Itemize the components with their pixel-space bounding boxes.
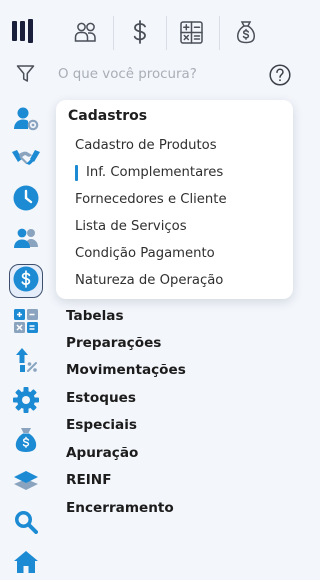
help-icon[interactable]	[269, 64, 291, 90]
sidebar-item-layers[interactable]	[8, 467, 44, 499]
sidebar-item-partners[interactable]	[8, 144, 44, 176]
submenu-item-inf-complementares[interactable]: Inf. Complementares	[86, 165, 223, 180]
menu-item-preparacoes[interactable]: Preparações	[66, 335, 161, 351]
submenu-item-natureza-operacao[interactable]: Natureza de Operação	[75, 273, 223, 288]
submenu-item-condicao-pagamento[interactable]: Condição Pagamento	[75, 246, 215, 261]
sidebar-item-cadastros[interactable]	[8, 104, 44, 136]
submenu-title: Cadastros	[68, 108, 148, 124]
home-icon	[13, 550, 39, 578]
app-logo[interactable]	[12, 19, 40, 47]
sidebar-item-history[interactable]	[8, 184, 44, 216]
menu-item-reinf[interactable]: REINF	[66, 472, 111, 488]
top-tab-calculator[interactable]	[168, 12, 215, 56]
top-divider	[166, 16, 167, 50]
sidebar-item-settings[interactable]	[8, 386, 44, 418]
menu-item-movimentacoes[interactable]: Movimentações	[66, 362, 186, 378]
user-settings-icon	[13, 105, 39, 135]
sidebar-item-money[interactable]	[8, 426, 44, 458]
top-divider	[219, 16, 220, 50]
active-item-marker	[75, 165, 78, 181]
submenu-item-cadastro-produtos[interactable]: Cadastro de Produtos	[75, 138, 217, 153]
sidebar-item-users[interactable]	[8, 224, 44, 256]
submenu-cadastros: Cadastros Cadastro de Produtos Inf. Comp…	[56, 100, 293, 299]
top-divider	[113, 16, 114, 50]
money-bag-icon	[15, 427, 37, 457]
layers-icon	[13, 470, 39, 496]
calculator-icon	[180, 20, 203, 48]
filter-icon[interactable]	[16, 64, 35, 87]
users-icon	[13, 227, 39, 253]
menu-item-tabelas[interactable]: Tabelas	[66, 308, 124, 324]
dollar-icon	[132, 20, 148, 48]
menu-item-especiais[interactable]: Especiais	[66, 417, 137, 433]
gear-icon	[13, 387, 39, 417]
sidebar-item-growth[interactable]	[8, 346, 44, 378]
search-input[interactable]	[58, 62, 262, 86]
sidebar-item-search[interactable]	[8, 508, 44, 540]
sidebar-item-calculations[interactable]	[8, 307, 44, 339]
sidebar-item-finance[interactable]	[9, 264, 43, 298]
dollar-circle-icon	[13, 266, 39, 296]
handshake-icon	[12, 148, 40, 172]
search-icon	[14, 510, 38, 538]
sidebar-item-home[interactable]	[8, 548, 44, 580]
top-tab-money[interactable]	[222, 12, 269, 56]
submenu-item-fornecedores[interactable]: Fornecedores e Cliente	[75, 192, 227, 207]
top-tab-users[interactable]	[62, 12, 109, 56]
top-bar	[0, 0, 308, 62]
users-icon	[74, 21, 98, 47]
clock-icon	[13, 185, 39, 215]
menu-item-encerramento[interactable]: Encerramento	[66, 500, 174, 516]
menu-item-estoques[interactable]: Estoques	[66, 390, 136, 406]
submenu-item-lista-servicos[interactable]: Lista de Serviços	[75, 219, 187, 234]
growth-arrow-icon	[14, 347, 38, 377]
calculator-icon	[14, 309, 38, 337]
menu-item-apuracao[interactable]: Apuração	[66, 445, 138, 461]
top-tab-finance[interactable]	[116, 12, 163, 56]
money-bag-icon	[236, 20, 256, 48]
